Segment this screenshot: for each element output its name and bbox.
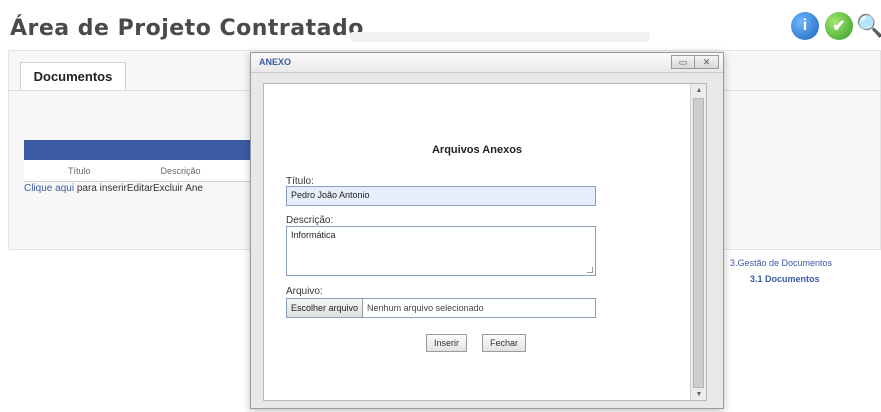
checkmark-icon[interactable]: ✔ — [825, 12, 853, 40]
insert-link[interactable]: Clique aqui — [24, 183, 74, 194]
file-status-text: Nenhum arquivo selecionado — [367, 303, 484, 313]
arquivo-file-input[interactable]: Escolher arquivo Nenhum arquivo selecion… — [286, 298, 596, 318]
column-header-titulo: Título — [68, 165, 91, 176]
dialog-title: ANEXO — [259, 57, 292, 67]
search-icon[interactable]: 🔍 — [856, 12, 881, 40]
vertical-scrollbar[interactable]: ▲ ▼ — [690, 84, 706, 400]
scroll-thumb[interactable] — [693, 98, 704, 388]
descricao-label: Descrição: — [286, 215, 334, 226]
side-navigation: 3.Gestão de Documentos 3.1 Documentos — [730, 258, 832, 290]
table-column-headers: Título Descrição — [24, 160, 254, 182]
fechar-button[interactable]: Fechar — [482, 334, 527, 352]
table-row: Clique aqui para inserirEditarExcluir An… — [24, 182, 254, 196]
descricao-value: Informática — [291, 230, 336, 240]
descricao-textarea[interactable]: Informática — [286, 226, 596, 276]
header-divider — [350, 32, 650, 42]
dialog-content-frame: Arquivos Anexos Título: Pedro João Anton… — [263, 83, 707, 401]
column-header-descricao: Descrição — [160, 165, 201, 176]
documents-table: Título Descrição Clique aqui para inseri… — [24, 140, 254, 196]
arquivo-label: Arquivo: — [286, 286, 323, 297]
window-buttons: ▭ ✕ — [671, 55, 719, 69]
scroll-down-icon[interactable]: ▼ — [691, 388, 707, 400]
form-title: Arquivos Anexos — [431, 144, 523, 156]
toolbar: i ✔ 🔍 — [791, 12, 881, 40]
inserir-button[interactable]: Inserir — [426, 334, 468, 352]
table-header-bar — [24, 140, 254, 160]
restore-button[interactable]: ▭ — [671, 55, 695, 69]
scroll-up-icon[interactable]: ▲ — [691, 84, 707, 96]
titulo-input[interactable]: Pedro João Antonio — [286, 186, 596, 206]
anexo-dialog: ANEXO ▭ ✕ Arquivos Anexos Título: Pedro … — [250, 52, 724, 409]
help-icon[interactable]: i — [791, 12, 819, 40]
page-title: Área de Projeto Contratado — [10, 16, 364, 41]
choose-file-button[interactable]: Escolher arquivo — [287, 299, 364, 317]
nav-item-documentos[interactable]: 3.1 Documentos — [750, 274, 832, 284]
resize-grip-icon[interactable] — [587, 267, 593, 273]
close-window-button[interactable]: ✕ — [695, 55, 719, 69]
tab-documentos[interactable]: Documentos — [20, 62, 126, 90]
dialog-titlebar[interactable]: ANEXO ▭ ✕ — [251, 53, 723, 73]
nav-section-gestao-documentos[interactable]: 3.Gestão de Documentos — [730, 258, 832, 268]
row-text: para inserirEditarExcluir Ane — [74, 183, 203, 194]
